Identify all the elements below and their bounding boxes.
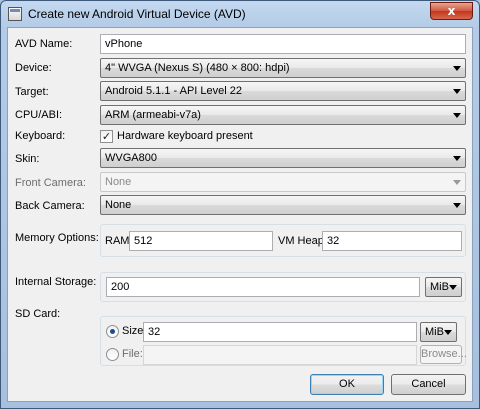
keyboard-checkbox-label[interactable]: Hardware keyboard present bbox=[117, 130, 253, 142]
avd-name-input[interactable]: vPhone bbox=[100, 34, 466, 54]
back-camera-label: Back Camera: bbox=[15, 200, 85, 212]
avd-name-label: AVD Name: bbox=[15, 38, 73, 50]
sd-card-size-input[interactable]: 32 bbox=[143, 322, 417, 342]
keyboard-label: Keyboard: bbox=[15, 130, 66, 142]
device-label: Device: bbox=[15, 62, 52, 74]
ok-button[interactable]: OK bbox=[310, 374, 384, 395]
front-camera-select[interactable]: None bbox=[100, 172, 466, 192]
cpu-abi-select-value: ARM (armeabi-v7a) bbox=[105, 109, 201, 121]
front-camera-label: Front Camera: bbox=[15, 177, 86, 189]
skin-label: Skin: bbox=[15, 153, 40, 165]
sd-card-group: Size: 32 MiB File: Browse... bbox=[100, 316, 467, 366]
sd-card-file-input[interactable] bbox=[143, 345, 417, 365]
chevron-down-icon bbox=[453, 89, 461, 94]
avd-dialog-window: Create new Android Virtual Device (AVD) … bbox=[0, 0, 480, 409]
chevron-down-icon bbox=[449, 285, 457, 290]
ram-input[interactable]: 512 bbox=[129, 231, 273, 251]
chevron-down-icon bbox=[444, 330, 452, 335]
memory-options-label: Memory Options: bbox=[15, 232, 99, 244]
back-camera-select[interactable]: None bbox=[100, 195, 466, 215]
sd-card-size-unit-select[interactable]: MiB bbox=[420, 322, 457, 342]
window-title: Create new Android Virtual Device (AVD) bbox=[28, 7, 246, 21]
back-camera-select-value: None bbox=[105, 199, 132, 211]
front-camera-select-value: None bbox=[105, 176, 132, 188]
sd-card-size-unit-value: MiB bbox=[425, 326, 444, 338]
title-bar[interactable]: Create new Android Virtual Device (AVD) … bbox=[1, 1, 479, 27]
memory-options-group: RAM: 512 VM Heap: 32 bbox=[100, 224, 466, 257]
sd-card-file-label[interactable]: File: bbox=[122, 348, 143, 360]
vm-heap-label: VM Heap: bbox=[278, 235, 327, 247]
device-select-value: 4" WVGA (Nexus S) (480 × 800: hdpi) bbox=[105, 62, 290, 74]
close-button[interactable]: x bbox=[430, 2, 473, 20]
skin-select-value: WVGA800 bbox=[105, 152, 157, 164]
cancel-button[interactable]: Cancel bbox=[391, 374, 466, 395]
target-select[interactable]: Android 5.1.1 - API Level 22 bbox=[100, 81, 466, 101]
cpu-abi-select[interactable]: ARM (armeabi-v7a) bbox=[100, 105, 466, 125]
internal-storage-unit-value: MiB bbox=[430, 281, 449, 293]
skin-select[interactable]: WVGA800 bbox=[100, 148, 466, 168]
sd-card-browse-button[interactable]: Browse... bbox=[420, 345, 467, 364]
internal-storage-label: Internal Storage: bbox=[15, 276, 97, 288]
internal-storage-input[interactable]: 200 bbox=[106, 277, 420, 297]
sd-card-file-radio[interactable] bbox=[106, 348, 119, 361]
chevron-down-icon bbox=[453, 66, 461, 71]
window-app-icon bbox=[8, 7, 22, 21]
internal-storage-group: 200 MiB bbox=[100, 272, 466, 302]
sd-card-label: SD Card: bbox=[15, 308, 61, 320]
internal-storage-unit-select[interactable]: MiB bbox=[425, 277, 462, 297]
device-select[interactable]: 4" WVGA (Nexus S) (480 × 800: hdpi) bbox=[100, 58, 466, 78]
dialog-client-area: AVD Name: vPhone Device: 4" WVGA (Nexus … bbox=[7, 27, 473, 402]
target-label: Target: bbox=[15, 86, 49, 98]
keyboard-checkbox[interactable]: ✓ bbox=[100, 130, 113, 143]
chevron-down-icon bbox=[453, 156, 461, 161]
chevron-down-icon bbox=[453, 113, 461, 118]
target-select-value: Android 5.1.1 - API Level 22 bbox=[105, 85, 242, 97]
chevron-down-icon bbox=[453, 203, 461, 208]
cpu-abi-label: CPU/ABI: bbox=[15, 109, 63, 121]
vm-heap-input[interactable]: 32 bbox=[322, 231, 462, 251]
sd-card-size-radio[interactable] bbox=[106, 325, 119, 338]
chevron-down-icon bbox=[453, 180, 461, 185]
